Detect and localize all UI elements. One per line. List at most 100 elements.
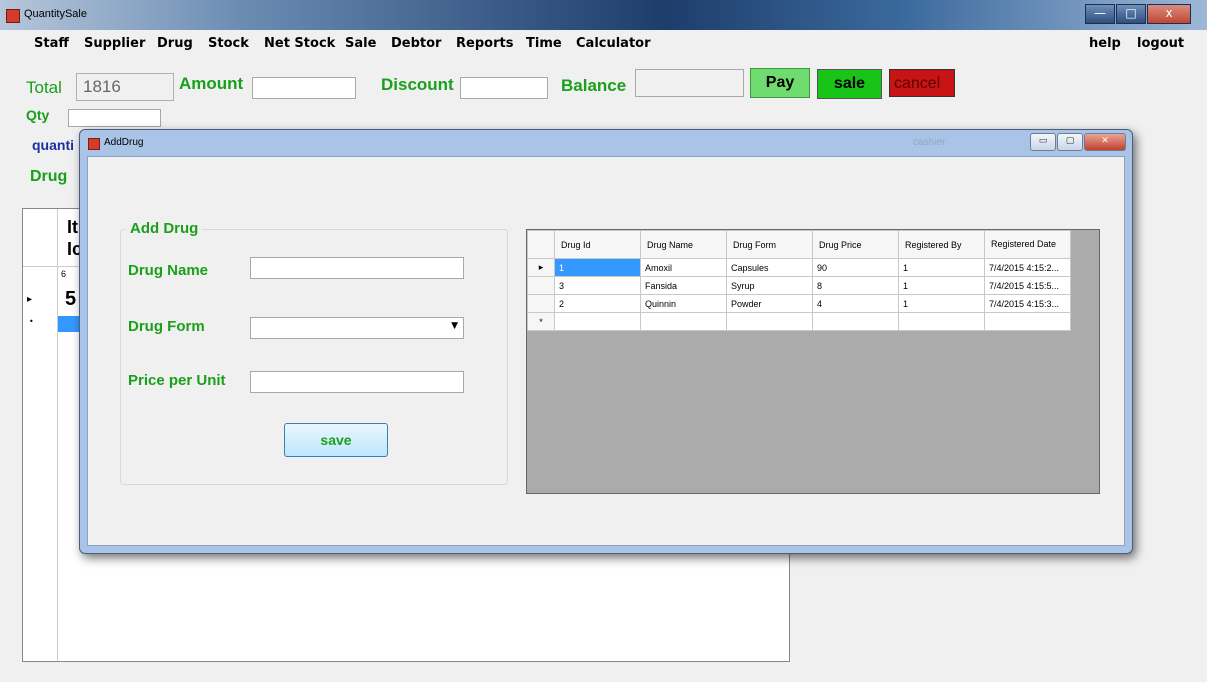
table-cell[interactable]	[898, 312, 985, 331]
balance-field	[635, 69, 744, 97]
price-per-unit-label: Price per Unit	[128, 372, 226, 389]
menu-supplier[interactable]: Supplier	[84, 36, 145, 51]
dialog-client-area: Add Drug Drug Name Drug Form ▼ Price per…	[87, 156, 1125, 546]
discount-label: Discount	[381, 75, 454, 94]
dialog-minimize-button[interactable]: ▭	[1030, 133, 1056, 151]
table-cell[interactable]: Capsules	[726, 258, 813, 277]
table-cell[interactable]: Fansida	[640, 276, 727, 295]
table-cell[interactable]: 7/4/2015 4:15:3...	[984, 294, 1071, 313]
window-title: QuantitySale	[24, 8, 87, 20]
amount-input[interactable]	[252, 77, 356, 99]
menu-drug[interactable]: Drug	[157, 36, 193, 51]
table-cell[interactable]	[554, 312, 641, 331]
dialog-close-button[interactable]: ✕	[1084, 133, 1126, 151]
faded-cashier-text: cashier	[913, 137, 946, 148]
menu-calculator[interactable]: Calculator	[576, 36, 651, 51]
menu-help[interactable]: help	[1089, 36, 1121, 51]
table-cell[interactable]: 1	[898, 276, 985, 295]
table-cell[interactable]: 4	[812, 294, 899, 313]
table-cell[interactable]: Amoxil	[640, 258, 727, 277]
column-header[interactable]: Registered By	[898, 230, 985, 259]
groupbox-title: Add Drug	[126, 220, 203, 237]
row-header-column	[23, 209, 58, 661]
dialog-window-controls: ▭ ▢ ✕	[1029, 133, 1126, 151]
table-cell[interactable]	[984, 312, 1071, 331]
table-cell[interactable]: Syrup	[726, 276, 813, 295]
qty-input[interactable]	[68, 109, 161, 127]
dialog-icon	[88, 138, 100, 150]
new-table-row[interactable]: *	[527, 312, 1071, 331]
menu-logout[interactable]: logout	[1137, 36, 1184, 51]
discount-input[interactable]	[460, 77, 548, 99]
quantity-label: quanti	[32, 137, 74, 153]
table-cell[interactable]	[812, 312, 899, 331]
minimize-button[interactable]: —	[1085, 4, 1115, 24]
chevron-down-icon[interactable]: ▼	[451, 321, 458, 331]
dialog-maximize-button[interactable]: ▢	[1057, 133, 1083, 151]
window-controls: — □ x	[1084, 4, 1191, 24]
column-header-item: It	[67, 217, 78, 237]
table-row[interactable]: 3 Fansida Syrup 8 1 7/4/2015 4:15:5...	[527, 276, 1071, 295]
dialog-title: AddDrug	[104, 137, 144, 148]
table-cell[interactable]: 1	[554, 258, 641, 277]
current-row-marker: ▸	[27, 294, 33, 305]
menu-stock[interactable]: Stock	[208, 36, 249, 51]
save-button[interactable]: save	[284, 423, 388, 457]
drug-grid[interactable]: Drug Id Drug Name Drug Form Drug Price R…	[526, 229, 1100, 494]
price-per-unit-input[interactable]	[250, 371, 464, 393]
add-drug-dialog[interactable]: AddDrug cashier ▭ ▢ ✕ Add Drug Drug Name…	[79, 129, 1133, 554]
maximize-button[interactable]: □	[1116, 4, 1146, 24]
row-header	[527, 294, 555, 313]
menu-reports[interactable]: Reports	[456, 36, 513, 51]
table-cell[interactable]: 1	[898, 258, 985, 277]
menubar: Staff Supplier Drug Stock Net Stock Sale…	[0, 31, 1207, 57]
drug-label: Drug	[30, 168, 68, 185]
new-row-marker: •	[29, 317, 34, 326]
window-titlebar[interactable]: QuantitySale — □ x	[0, 0, 1207, 30]
table-cell[interactable]: 7/4/2015 4:15:2...	[984, 258, 1071, 277]
drug-table: Drug Id Drug Name Drug Form Drug Price R…	[527, 230, 1071, 331]
column-header[interactable]: Drug Price	[812, 230, 899, 259]
menu-sale[interactable]: Sale	[345, 36, 376, 51]
drug-name-label: Drug Name	[128, 262, 209, 279]
cancel-button[interactable]: cancel	[889, 69, 955, 97]
column-header[interactable]: Drug Name	[640, 230, 727, 259]
table-cell[interactable]: 90	[812, 258, 899, 277]
grid-cell-value: 5	[65, 288, 77, 310]
pay-button[interactable]: Pay	[750, 68, 810, 98]
amount-label: Amount	[179, 74, 244, 93]
menu-staff[interactable]: Staff	[34, 36, 69, 51]
drug-form-select[interactable]: ▼	[250, 317, 464, 339]
close-button[interactable]: x	[1147, 4, 1191, 24]
drug-name-input[interactable]	[250, 257, 464, 279]
table-row[interactable]: ▸ 1 Amoxil Capsules 90 1 7/4/2015 4:15:2…	[527, 258, 1071, 277]
table-cell[interactable]: 1	[898, 294, 985, 313]
table-cell[interactable]: 7/4/2015 4:15:5...	[984, 276, 1071, 295]
sale-button[interactable]: sale	[817, 69, 882, 99]
table-cell[interactable]: Powder	[726, 294, 813, 313]
total-label: Total	[26, 78, 62, 97]
current-row-indicator: ▸	[527, 258, 555, 277]
qty-label: Qty	[26, 107, 50, 123]
menu-net-stock[interactable]: Net Stock	[264, 36, 335, 51]
table-cell[interactable]	[640, 312, 727, 331]
table-cell[interactable]: 2	[554, 294, 641, 313]
app-icon	[6, 9, 20, 23]
balance-label: Balance	[561, 76, 627, 95]
total-field: 1816	[76, 73, 174, 101]
new-row-indicator: *	[527, 312, 555, 331]
grid-cell-id: 6	[61, 269, 67, 279]
drug-table-header: Drug Id Drug Name Drug Form Drug Price R…	[527, 230, 1071, 259]
table-cell[interactable]: Quinnin	[640, 294, 727, 313]
row-header-corner	[527, 230, 555, 259]
column-header[interactable]: Drug Form	[726, 230, 813, 259]
menu-debtor[interactable]: Debtor	[391, 36, 441, 51]
table-cell[interactable]	[726, 312, 813, 331]
drug-form-label: Drug Form	[128, 318, 205, 335]
column-header[interactable]: Drug Id	[554, 230, 641, 259]
table-cell[interactable]: 3	[554, 276, 641, 295]
column-header[interactable]: Registered Date	[984, 230, 1071, 259]
menu-time[interactable]: Time	[526, 36, 562, 51]
table-row[interactable]: 2 Quinnin Powder 4 1 7/4/2015 4:15:3...	[527, 294, 1071, 313]
table-cell[interactable]: 8	[812, 276, 899, 295]
